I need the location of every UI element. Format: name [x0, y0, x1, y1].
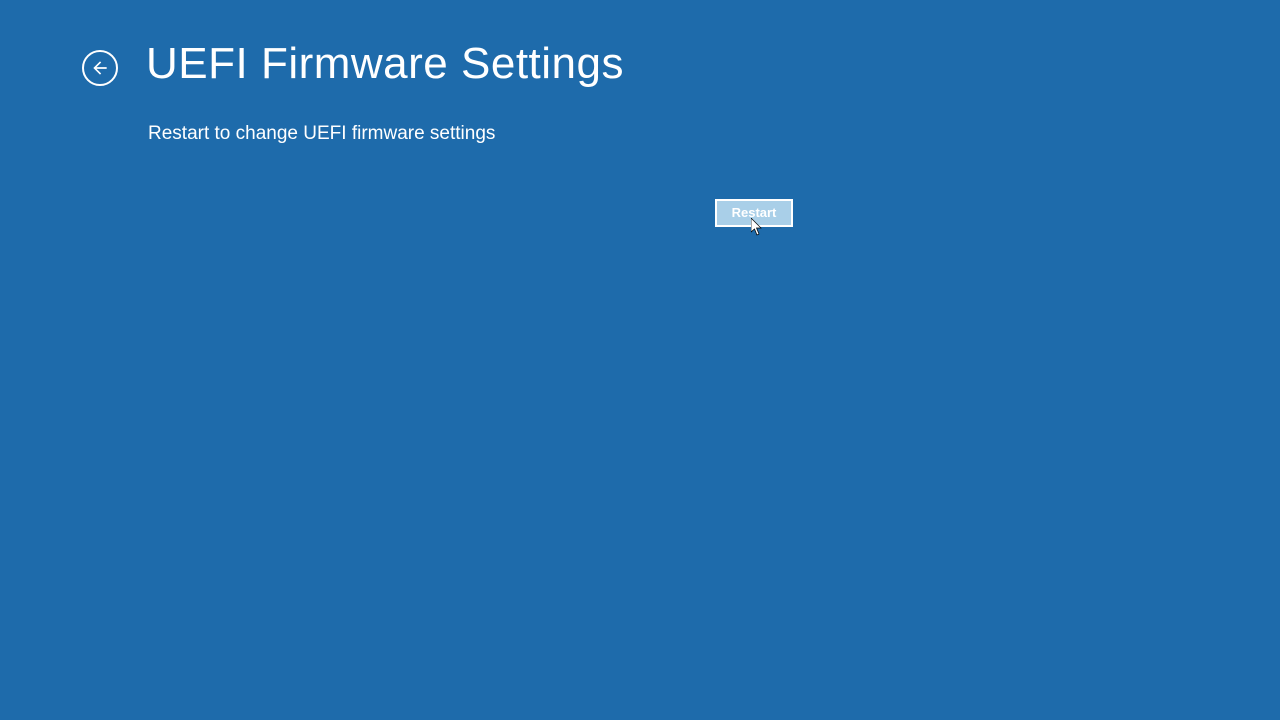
header-row: UEFI Firmware Settings — [0, 0, 1280, 91]
page-title: UEFI Firmware Settings — [146, 38, 624, 91]
arrow-left-icon — [90, 58, 110, 78]
description-text: Restart to change UEFI firmware settings — [148, 123, 1280, 145]
restart-button[interactable]: Restart — [715, 199, 793, 227]
action-row: Restart — [148, 199, 793, 227]
back-button[interactable] — [82, 50, 118, 86]
